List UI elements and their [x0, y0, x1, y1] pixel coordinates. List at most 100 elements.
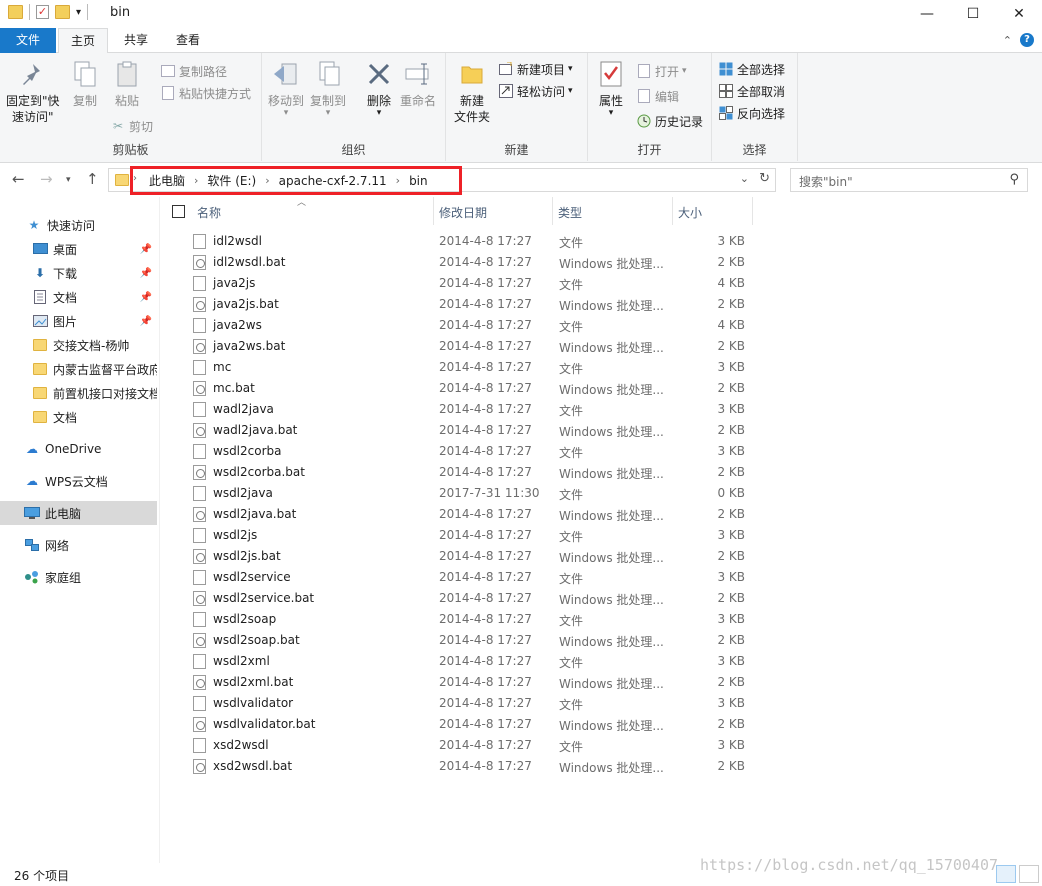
edit-icon	[636, 88, 652, 104]
close-button[interactable]: ✕	[996, 0, 1042, 28]
minimize-button[interactable]: —	[904, 0, 950, 28]
table-row[interactable]: xsd2wsdl 2014-4-8 17:27 文件 3 KB	[191, 735, 751, 756]
table-row[interactable]: java2ws 2014-4-8 17:27 文件 4 KB	[191, 315, 751, 336]
table-row[interactable]: wsdl2js 2014-4-8 17:27 文件 3 KB	[191, 525, 751, 546]
nav-onedrive[interactable]: ☁ OneDrive	[0, 437, 157, 461]
paste-button[interactable]: 粘贴	[112, 59, 142, 109]
back-arrow-icon[interactable]: ←	[12, 170, 25, 188]
table-row[interactable]: idl2wsdl 2014-4-8 17:27 文件 3 KB	[191, 231, 751, 252]
delete-button[interactable]: 删除 ▾	[364, 59, 394, 118]
pin-to-quick-access-button[interactable]: 固定到"快 速访问"	[6, 59, 60, 125]
column-divider[interactable]	[552, 197, 553, 225]
tab-file[interactable]: 文件	[0, 28, 56, 53]
forward-arrow-icon[interactable]: →	[40, 170, 53, 188]
select-all-checkbox[interactable]	[172, 205, 185, 218]
table-row[interactable]: mc.bat 2014-4-8 17:27 Windows 批处理... 2 KB	[191, 378, 751, 399]
table-row[interactable]: wsdl2soap 2014-4-8 17:27 文件 3 KB	[191, 609, 751, 630]
recent-locations-icon[interactable]: ▾	[66, 175, 71, 185]
refresh-icon[interactable]: ↻	[759, 171, 770, 186]
table-row[interactable]: wsdl2corba.bat 2014-4-8 17:27 Windows 批处理.…	[191, 462, 751, 483]
search-input[interactable]: 搜索"bin" ⚲	[790, 168, 1028, 192]
tab-view[interactable]: 查看	[165, 28, 211, 53]
table-row[interactable]: java2ws.bat 2014-4-8 17:27 Windows 批处理... 2…	[191, 336, 751, 357]
table-row[interactable]: wadl2java 2014-4-8 17:27 文件 3 KB	[191, 399, 751, 420]
cut-button[interactable]: ✂ 剪切	[110, 116, 153, 136]
column-divider[interactable]	[433, 197, 434, 225]
easy-access-icon	[498, 83, 514, 99]
table-row[interactable]: java2js.bat 2014-4-8 17:27 Windows 批处理... 2…	[191, 294, 751, 315]
properties-qat-icon[interactable]: ✓	[36, 5, 49, 19]
nav-this-pc[interactable]: 此电脑	[0, 501, 157, 525]
nav-folder-inner-mongolia[interactable]: 内蒙古监督平台政府	[0, 357, 157, 381]
column-header-type[interactable]: 类型	[558, 204, 582, 221]
properties-button[interactable]: 属性 ▾	[596, 59, 626, 118]
new-folder-button[interactable]: 新建 文件夹	[454, 59, 490, 125]
table-row[interactable]: wsdlvalidator 2014-4-8 17:27 文件 3 KB	[191, 693, 751, 714]
nav-pictures[interactable]: 图片 📌	[0, 309, 157, 333]
copy-to-button[interactable]: 复制到 ▾	[310, 59, 346, 118]
column-header-name[interactable]: 名称	[197, 204, 221, 221]
new-item-button[interactable]: 新建项目 ▾	[498, 59, 573, 79]
search-icon[interactable]: ⚲	[1009, 172, 1019, 187]
select-none-button[interactable]: 全部取消	[718, 81, 785, 101]
table-row[interactable]: wadl2java.bat 2014-4-8 17:27 Windows 批处理..…	[191, 420, 751, 441]
rename-button[interactable]: 重命名	[400, 59, 436, 109]
history-button[interactable]: 历史记录	[636, 111, 703, 131]
nav-homegroup[interactable]: 家庭组	[0, 565, 157, 589]
nav-quick-access[interactable]: ★ 快速访问	[0, 213, 157, 237]
pin-icon[interactable]: 📌	[140, 268, 152, 279]
column-header-date[interactable]: 修改日期	[439, 204, 487, 221]
table-row[interactable]: wsdl2java.bat 2014-4-8 17:27 Windows 批处理..…	[191, 504, 751, 525]
collapse-ribbon-icon[interactable]: ⌃	[1003, 34, 1012, 47]
file-type: Windows 批处理...	[559, 509, 664, 523]
select-all-button[interactable]: 全部选择	[718, 59, 785, 79]
table-row[interactable]: mc 2014-4-8 17:27 文件 3 KB	[191, 357, 751, 378]
address-dropdown-icon[interactable]: ⌄	[740, 172, 749, 185]
edit-button[interactable]: 编辑	[636, 86, 679, 106]
move-to-button[interactable]: 移动到 ▾	[268, 59, 304, 118]
column-divider[interactable]	[672, 197, 673, 225]
table-row[interactable]: wsdl2service 2014-4-8 17:27 文件 3 KB	[191, 567, 751, 588]
pin-icon[interactable]: 📌	[140, 292, 152, 303]
table-row[interactable]: wsdl2soap.bat 2014-4-8 17:27 Windows 批处理..…	[191, 630, 751, 651]
large-icons-view-button[interactable]	[1019, 865, 1039, 883]
table-row[interactable]: wsdl2xml 2014-4-8 17:27 文件 3 KB	[191, 651, 751, 672]
column-header-size[interactable]: 大小	[678, 204, 702, 221]
open-button[interactable]: 打开 ▾	[636, 61, 687, 81]
paste-shortcut-button[interactable]: 粘贴快捷方式	[160, 83, 251, 103]
vertical-scrollbar[interactable]	[1031, 197, 1042, 863]
up-arrow-icon[interactable]: ↑	[86, 170, 99, 188]
column-divider[interactable]	[752, 197, 753, 225]
pin-icon[interactable]: 📌	[140, 244, 152, 255]
tab-home[interactable]: 主页	[58, 28, 108, 54]
nav-folder-handover[interactable]: 交接文档-杨帅	[0, 333, 157, 357]
qat-dropdown-icon[interactable]: ▾	[76, 7, 81, 18]
maximize-button[interactable]: ☐	[950, 0, 996, 28]
nav-folder-docs[interactable]: 文档	[0, 405, 157, 429]
new-folder-qat-icon[interactable]	[55, 5, 70, 19]
nav-downloads[interactable]: ⬇ 下载 📌	[0, 261, 157, 285]
nav-documents[interactable]: 文档 📌	[0, 285, 157, 309]
nav-desktop[interactable]: 桌面 📌	[0, 237, 157, 261]
nav-network[interactable]: 网络	[0, 533, 157, 557]
table-row[interactable]: wsdl2java 2017-7-31 11:30 文件 0 KB	[191, 483, 751, 504]
nav-wps-cloud[interactable]: ☁ WPS云文档	[0, 469, 157, 493]
file-type: Windows 批处理...	[559, 299, 664, 313]
copy-path-button[interactable]: 复制路径	[160, 61, 227, 81]
pin-icon[interactable]: 📌	[140, 316, 152, 327]
table-row[interactable]: wsdl2corba 2014-4-8 17:27 文件 3 KB	[191, 441, 751, 462]
table-row[interactable]: java2js 2014-4-8 17:27 文件 4 KB	[191, 273, 751, 294]
invert-selection-button[interactable]: 反向选择	[718, 103, 785, 123]
copy-button[interactable]: 复制	[70, 59, 100, 109]
table-row[interactable]: wsdlvalidator.bat 2014-4-8 17:27 Windows 批…	[191, 714, 751, 735]
table-row[interactable]: idl2wsdl.bat 2014-4-8 17:27 Windows 批处理...…	[191, 252, 751, 273]
help-icon[interactable]: ?	[1020, 33, 1034, 47]
nav-folder-frontend-interface[interactable]: 前置机接口对接文档	[0, 381, 157, 405]
easy-access-button[interactable]: 轻松访问 ▾	[498, 81, 573, 101]
table-row[interactable]: xsd2wsdl.bat 2014-4-8 17:27 Windows 批处理...…	[191, 756, 751, 777]
table-row[interactable]: wsdl2xml.bat 2014-4-8 17:27 Windows 批处理...…	[191, 672, 751, 693]
table-row[interactable]: wsdl2service.bat 2014-4-8 17:27 Windows 批处…	[191, 588, 751, 609]
details-view-button[interactable]	[996, 865, 1016, 883]
tab-share[interactable]: 共享	[113, 28, 159, 53]
table-row[interactable]: wsdl2js.bat 2014-4-8 17:27 Windows 批处理... 2…	[191, 546, 751, 567]
